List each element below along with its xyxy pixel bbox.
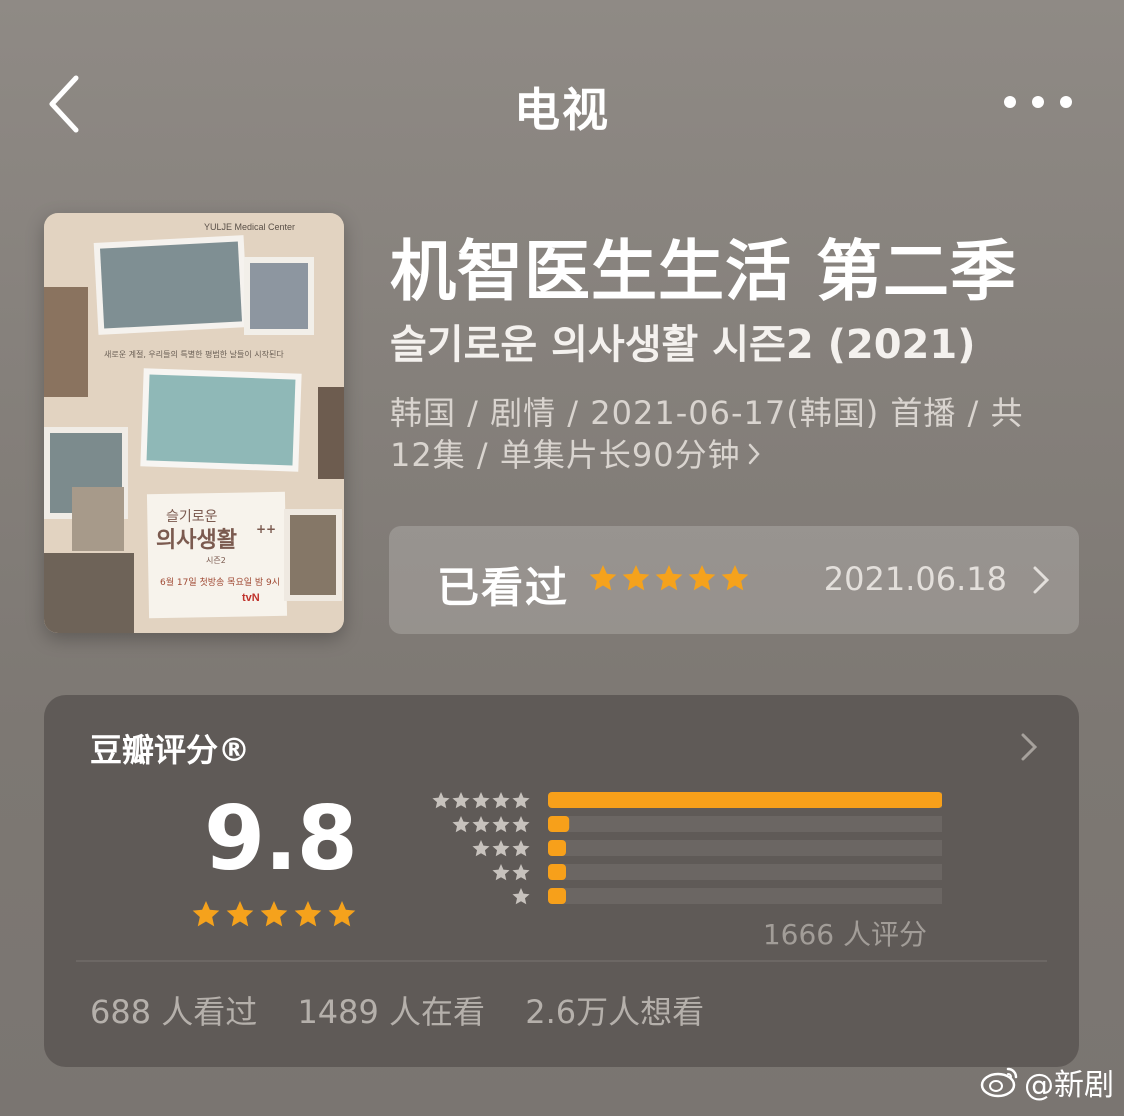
star-icon (622, 565, 650, 591)
chevron-right-icon[interactable] (1019, 731, 1039, 763)
dist-star-icon (472, 840, 490, 857)
poster-image[interactable]: YULJE Medical Center 새로운 계절, 우리들의 특별한 평범… (44, 213, 344, 633)
watched-status-button[interactable]: 已看过 2021.06.18 (389, 526, 1079, 634)
show-title: 机智医生生活 第二季 (390, 233, 1017, 310)
dist-star-icon (472, 792, 490, 809)
dist-star-icon (512, 864, 530, 881)
dist-star-icon (492, 864, 510, 881)
stat-watching[interactable]: 1489 人在看 (297, 993, 485, 1031)
rating-stats: 688 人看过 1489 人在看 2.6万人想看 (90, 987, 734, 1033)
star-icon (192, 901, 220, 927)
poster-season: 시즌2 (206, 556, 226, 565)
dist-star-icon (472, 816, 490, 833)
star-icon (328, 901, 356, 927)
user-rating-stars (589, 565, 749, 591)
dist-star-icon (492, 792, 510, 809)
rating-distribution (432, 792, 942, 905)
poster-tagline: 새로운 계절, 우리들의 특별한 평범한 날들이 시작된다 (104, 349, 284, 359)
more-dots-icon[interactable] (1000, 80, 1076, 124)
star-icon (688, 565, 716, 591)
stat-watched[interactable]: 688 人看过 (90, 993, 257, 1031)
dist-bar-track (548, 864, 942, 880)
divider (76, 960, 1047, 962)
poster-brand: tvN (242, 592, 260, 604)
douban-rating-card: 豆瓣评分® 9.8 1666 人评分 688 人看过 1489 人在看 2.6万… (44, 695, 1079, 1067)
dist-bar-track (548, 816, 942, 832)
dist-star-icon (512, 816, 530, 833)
dist-bar-2-star (548, 864, 566, 880)
poster-art: YULJE Medical Center 새로운 계절, 우리들의 특별한 평범… (44, 213, 344, 633)
dist-bar-track (548, 888, 942, 904)
dist-bar-1-star (548, 888, 566, 904)
page-title: 电视 (514, 83, 610, 137)
rating-count: 1666 人评分 (762, 918, 927, 951)
watermark-text: @新剧 (1024, 1068, 1114, 1103)
dist-star-icon (512, 840, 530, 857)
dist-star-icon (432, 792, 450, 809)
poster-logo-line1: 슬기로운 (166, 509, 218, 525)
poster-logo-sup: ++ (256, 522, 276, 536)
dist-star-icon (492, 840, 510, 857)
rating-heading: 豆瓣评分® (90, 731, 251, 769)
show-meta[interactable]: 韩国 / 剧情 / 2021-06-17(韩国) 首播 / 共12集 / 单集片… (390, 392, 1050, 476)
rating-score: 9.8 (204, 787, 358, 890)
dist-bar-3-star (548, 840, 566, 856)
chevron-right-icon (747, 434, 761, 476)
dist-bar-track (548, 840, 942, 856)
show-meta-text: 韩国 / 剧情 / 2021-06-17(韩国) 首播 / 共12集 / 单集片… (390, 394, 1024, 474)
watermark: @新剧 (980, 1060, 1114, 1104)
show-original-title: 슬기로운 의사생활 시즌2 (2021) (390, 322, 976, 368)
poster-top-text: YULJE Medical Center (204, 222, 295, 232)
chevron-right-icon (1033, 566, 1050, 594)
weibo-icon (980, 1067, 1018, 1098)
dist-bar-5-star (548, 792, 942, 808)
dist-star-icon (452, 816, 470, 833)
star-icon (294, 901, 322, 927)
dist-bar-4-star (548, 816, 570, 832)
star-icon (721, 565, 749, 591)
stat-want[interactable]: 2.6万人想看 (525, 993, 704, 1031)
poster-handwriting: 6월 17일 첫방송 목요일 밤 9시 (160, 576, 280, 588)
dist-star-icon (512, 888, 530, 905)
watched-label: 已看过 (437, 563, 570, 612)
dist-star-icon (452, 792, 470, 809)
watched-date: 2021.06.18 (823, 560, 1007, 598)
poster-logo-line2: 의사생활 (156, 528, 237, 553)
star-icon (655, 565, 683, 591)
star-icon (589, 565, 617, 591)
dist-star-icon (512, 792, 530, 809)
score-stars (192, 901, 356, 927)
star-icon (226, 901, 254, 927)
star-icon (260, 901, 288, 927)
dist-star-icon (492, 816, 510, 833)
